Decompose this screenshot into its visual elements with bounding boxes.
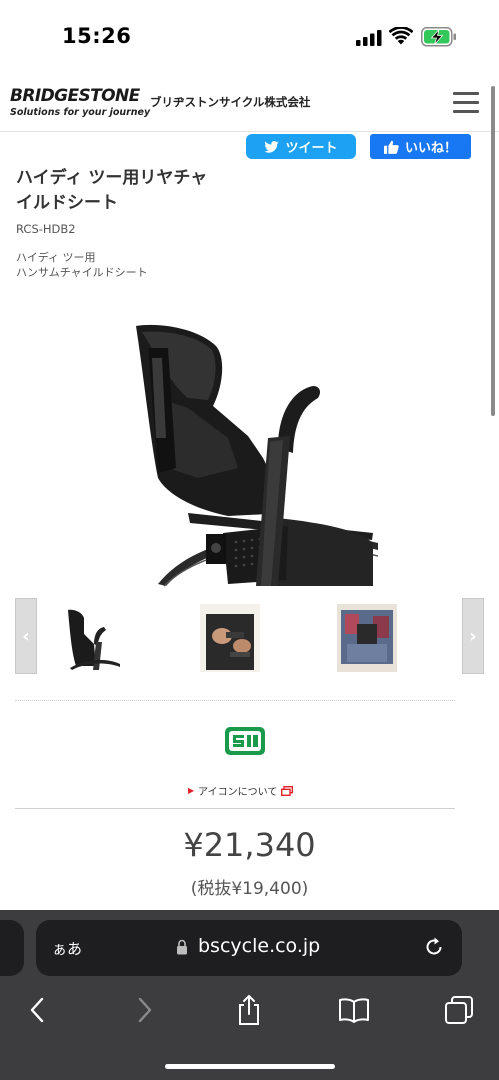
product-subtitle-line2: ハンサムチャイルドシート — [16, 266, 148, 279]
url-text[interactable]: bscycle.co.jp — [198, 935, 320, 957]
address-bar[interactable]: ぁあ bscycle.co.jp — [36, 920, 462, 976]
tabs-button[interactable] — [442, 994, 476, 1026]
share-button[interactable] — [232, 994, 266, 1026]
browser-bottom-bar: ぁあ bscycle.co.jp — [0, 910, 499, 1080]
like-button[interactable]: いいね！ — [370, 134, 471, 159]
product-title: ハイディ ツー用リヤチャ イルドシート — [16, 166, 256, 216]
chevron-right-icon — [138, 997, 152, 1023]
lock-icon — [177, 939, 187, 955]
status-time: 15:26 — [62, 24, 132, 48]
gallery-prev-button[interactable]: ‹ — [15, 598, 37, 674]
site-header: BRIDGESTONE Solutions for your journey ブ… — [0, 76, 499, 132]
product-code: RCS-HDB2 — [16, 222, 76, 236]
cellular-signal-icon — [356, 30, 382, 46]
share-icon — [239, 994, 259, 1025]
battery-charging-icon — [421, 27, 456, 47]
home-indicator — [165, 1064, 335, 1069]
tabs-icon — [445, 996, 473, 1024]
thumbnail-child-in-seat[interactable] — [337, 604, 397, 672]
product-subtitle-line1: ハイディ ツー用 — [16, 251, 96, 264]
tweet-button[interactable]: ツイート — [246, 134, 356, 159]
like-label: いいね！ — [404, 141, 457, 156]
company-name: ブリヂストンサイクル株式会社 — [150, 95, 311, 109]
hamburger-menu-icon[interactable] — [453, 92, 481, 116]
bookmarks-button[interactable] — [337, 994, 371, 1026]
section-divider — [15, 700, 455, 701]
price-divider — [15, 808, 455, 809]
browser-toolbar — [0, 988, 499, 1032]
about-icons-link[interactable]: ▶ アイコンについて — [188, 783, 294, 798]
product-title-line2: イルドシート — [16, 193, 118, 213]
chevron-left-icon — [30, 997, 44, 1023]
product-price: ¥21,340 — [183, 826, 316, 864]
brand-tagline: Solutions for your journey — [10, 107, 151, 118]
external-window-icon — [281, 785, 294, 796]
thumbs-up-icon — [383, 140, 399, 154]
tweet-label: ツイート — [285, 141, 338, 156]
bridgestone-logo[interactable]: BRIDGESTONE Solutions for your journey — [10, 86, 151, 118]
product-price-excl-tax: (税抜¥19,400) — [190, 879, 309, 899]
thumbnail-seat-side[interactable] — [62, 604, 122, 672]
back-button[interactable] — [20, 994, 54, 1026]
status-bar: 15:26 — [0, 0, 499, 76]
forward-button[interactable] — [128, 994, 162, 1026]
twitter-bird-icon — [264, 140, 280, 153]
product-title-line1: ハイディ ツー用リヤチャ — [16, 168, 208, 188]
product-main-image[interactable] — [128, 318, 378, 590]
previous-tab-peek[interactable] — [0, 920, 24, 976]
gallery-next-button[interactable]: › — [462, 598, 484, 674]
scroll-indicator — [491, 86, 495, 416]
thumbnail-strap-detail[interactable] — [200, 604, 260, 672]
reload-icon[interactable] — [423, 936, 445, 958]
s-mark-badge-icon — [225, 727, 265, 755]
about-icons-label: アイコンについて — [198, 787, 278, 798]
wifi-icon — [389, 27, 413, 45]
book-icon — [339, 998, 369, 1023]
product-subtitle: ハイディ ツー用 ハンサムチャイルドシート — [16, 250, 148, 280]
reader-aa-button[interactable]: ぁあ — [52, 938, 82, 959]
brand-name: BRIDGESTONE — [10, 86, 140, 106]
red-arrow-icon: ▶ — [188, 786, 195, 795]
